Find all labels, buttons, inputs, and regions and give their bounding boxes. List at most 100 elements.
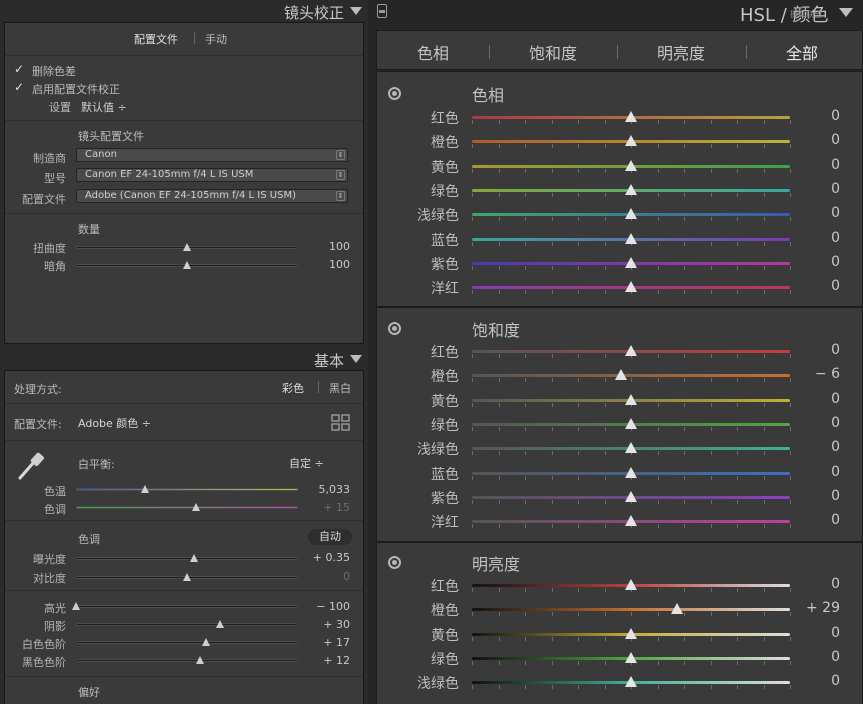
tab-hue[interactable]: 色相 <box>417 40 449 64</box>
saturation-slider-track[interactable] <box>472 374 790 377</box>
white-balance-dropdown[interactable]: 自定 ÷ <box>289 455 324 471</box>
shadows-value[interactable]: + 30 <box>300 618 350 631</box>
blacks-value[interactable]: + 12 <box>300 654 350 667</box>
saturation-row-value[interactable]: 0 <box>790 464 840 480</box>
tab-luminance[interactable]: 明亮度 <box>657 40 705 64</box>
saturation-row-value[interactable]: 0 <box>790 342 840 358</box>
temp-slider-thumb[interactable] <box>141 485 149 493</box>
lens-correction-header[interactable]: 镜头校正 <box>0 0 368 22</box>
exposure-slider-thumb[interactable] <box>190 554 198 562</box>
saturation-slider-thumb[interactable] <box>625 491 637 502</box>
hue-slider-thumb[interactable] <box>625 257 637 268</box>
highlights-slider[interactable] <box>76 605 298 608</box>
contrast-value[interactable]: 0 <box>300 570 350 583</box>
luminance-row-value[interactable]: 0 <box>790 649 840 665</box>
saturation-row-value[interactable]: 0 <box>790 512 840 528</box>
saturation-slider-thumb[interactable] <box>625 418 637 429</box>
hue-slider-thumb[interactable] <box>625 281 637 292</box>
saturation-slider-thumb[interactable] <box>625 442 637 453</box>
hue-slider-thumb[interactable] <box>625 233 637 244</box>
temp-value[interactable]: 5,033 <box>300 483 351 496</box>
highlights-value[interactable]: − 100 <box>300 600 350 613</box>
tint-slider[interactable] <box>76 506 298 509</box>
hue-slider-thumb[interactable] <box>625 111 637 122</box>
saturation-slider-thumb[interactable] <box>625 515 637 526</box>
tab-all[interactable]: 全部 <box>786 40 818 64</box>
luminance-slider-thumb[interactable] <box>625 676 637 687</box>
luminance-slider-track[interactable] <box>472 608 790 611</box>
hue-row-value[interactable]: 0 <box>790 230 840 246</box>
hue-slider-thumb[interactable] <box>625 184 637 195</box>
contrast-slider-thumb[interactable] <box>183 573 191 581</box>
hue-target-adjust-icon[interactable] <box>388 87 401 100</box>
basic-header[interactable]: 基本 <box>0 348 368 370</box>
saturation-slider-thumb[interactable] <box>625 467 637 478</box>
tab-saturation[interactable]: 饱和度 <box>529 40 577 64</box>
temp-slider[interactable] <box>76 488 298 491</box>
distortion-slider-thumb[interactable] <box>183 243 191 251</box>
hue-row-value[interactable]: 0 <box>790 132 840 148</box>
highlights-slider-thumb[interactable] <box>72 602 80 610</box>
slider-tick <box>472 476 473 480</box>
profile-browser-grid-icon[interactable] <box>331 414 351 432</box>
basic-profile-dropdown[interactable]: Adobe 颜色 ÷ <box>78 415 151 431</box>
luminance-row-value[interactable]: 0 <box>790 625 840 641</box>
tint-value[interactable]: + 15 <box>300 501 350 514</box>
saturation-row-value[interactable]: 0 <box>790 439 840 455</box>
saturation-slider-thumb[interactable] <box>625 394 637 405</box>
luminance-row-value[interactable]: 0 <box>790 576 840 592</box>
luminance-row-value[interactable]: 0 <box>790 673 840 689</box>
shadows-slider[interactable] <box>76 623 298 626</box>
whites-slider[interactable] <box>76 641 298 644</box>
hue-row-value[interactable]: 0 <box>790 181 840 197</box>
collapse-triangle-icon[interactable] <box>839 8 853 17</box>
hue-slider-thumb[interactable] <box>625 208 637 219</box>
saturation-row-value[interactable]: − 6 <box>790 366 840 382</box>
hue-slider-thumb[interactable] <box>625 160 637 171</box>
luminance-target-adjust-icon[interactable] <box>388 556 401 569</box>
saturation-slider-thumb[interactable] <box>615 369 627 380</box>
auto-tone-button[interactable]: 自动 <box>308 529 352 545</box>
exposure-slider[interactable] <box>76 557 298 560</box>
hue-row-value[interactable]: 0 <box>790 278 840 294</box>
hue-slider-thumb[interactable] <box>625 135 637 146</box>
saturation-slider-thumb[interactable] <box>625 345 637 356</box>
vignetting-value[interactable]: 100 <box>300 258 350 271</box>
vignetting-slider-thumb[interactable] <box>183 261 191 269</box>
collapse-triangle-icon[interactable] <box>350 7 362 15</box>
luminance-slider-thumb[interactable] <box>625 652 637 663</box>
profile-dropdown[interactable]: Adobe (Canon EF 24-105mm f/4 L IS USM) ⇕ <box>76 189 348 203</box>
make-dropdown[interactable]: Canon ⇕ <box>76 148 348 162</box>
shadows-slider-thumb[interactable] <box>216 620 224 628</box>
luminance-row-value[interactable]: + 29 <box>790 600 840 616</box>
tab-profile[interactable]: 配置文件 <box>134 31 178 47</box>
blacks-slider[interactable] <box>76 659 298 662</box>
saturation-row-value[interactable]: 0 <box>790 391 840 407</box>
exposure-value[interactable]: + 0.35 <box>300 551 350 564</box>
saturation-target-adjust-icon[interactable] <box>388 322 401 335</box>
hue-row-value[interactable]: 0 <box>790 157 840 173</box>
model-dropdown[interactable]: Canon EF 24-105mm f/4 L IS USM ⇕ <box>76 168 348 182</box>
luminance-slider-thumb[interactable] <box>625 628 637 639</box>
checkbox-enable-profile[interactable]: ✓ <box>14 81 25 93</box>
checkbox-remove-ca[interactable]: ✓ <box>14 63 25 75</box>
hue-row-value[interactable]: 0 <box>790 205 840 221</box>
blacks-slider-thumb[interactable] <box>196 656 204 664</box>
setup-dropdown[interactable]: 默认值 ÷ <box>81 99 127 115</box>
collapse-triangle-icon[interactable] <box>350 355 362 363</box>
tab-manual[interactable]: 手动 <box>205 31 227 47</box>
saturation-row-value[interactable]: 0 <box>790 488 840 504</box>
treatment-color-button[interactable]: 彩色 <box>282 380 304 396</box>
hue-row-value[interactable]: 0 <box>790 254 840 270</box>
hue-row-value[interactable]: 0 <box>790 108 840 124</box>
white-balance-eyedropper-icon[interactable] <box>14 448 48 482</box>
whites-slider-thumb[interactable] <box>202 638 210 646</box>
whites-value[interactable]: + 17 <box>300 636 350 649</box>
saturation-row-value[interactable]: 0 <box>790 415 840 431</box>
distortion-value[interactable]: 100 <box>300 240 350 253</box>
tint-slider-thumb[interactable] <box>192 503 200 511</box>
panel-switch-icon[interactable] <box>377 4 387 18</box>
treatment-bw-button[interactable]: 黑白 <box>329 380 351 396</box>
luminance-slider-thumb[interactable] <box>625 579 637 590</box>
luminance-slider-thumb[interactable] <box>671 603 683 614</box>
